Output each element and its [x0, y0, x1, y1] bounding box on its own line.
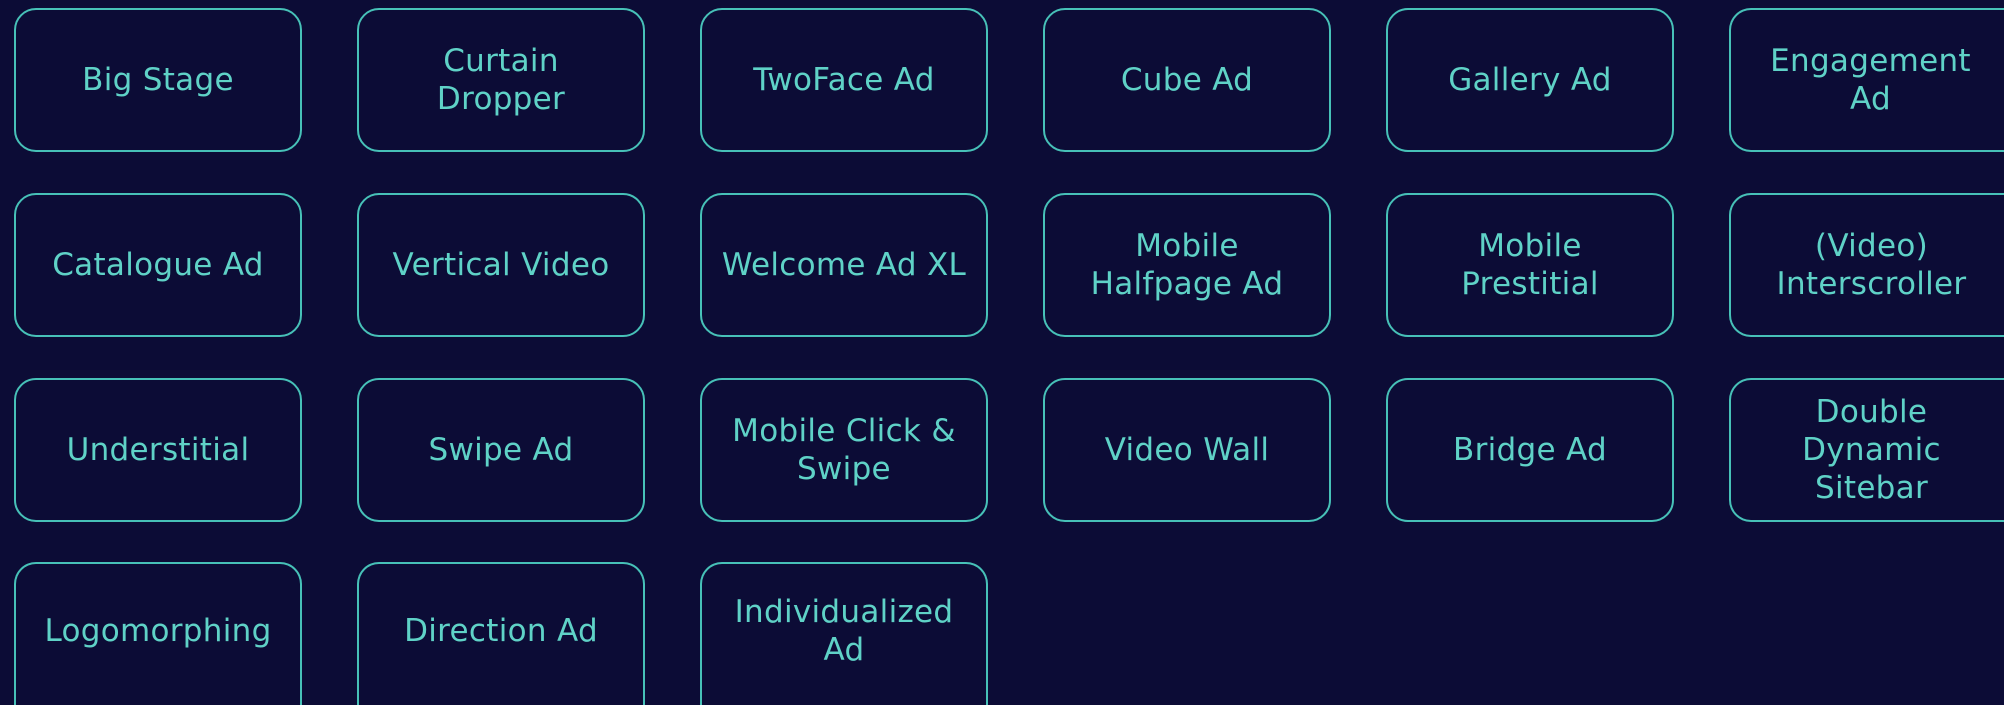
tile-label: (Video) Interscroller [1776, 228, 1967, 302]
tile-logomorphing[interactable]: Logomorphing [14, 562, 302, 705]
tile-engagement-ad[interactable]: Engagement Ad [1729, 8, 2004, 152]
tile-label: Big Stage [82, 62, 234, 98]
tile-cube-ad[interactable]: Cube Ad [1043, 8, 1331, 152]
tile-label: Understitial [66, 432, 250, 468]
tile-gallery-ad[interactable]: Gallery Ad [1386, 8, 1674, 152]
tile-double-dynamic-sitebar[interactable]: Double Dynamic Sitebar [1729, 378, 2004, 522]
tile-label: Bridge Ad [1453, 432, 1607, 468]
tile-direction-ad[interactable]: Direction Ad [357, 562, 645, 705]
tile-understitial[interactable]: Understitial [14, 378, 302, 522]
tile-video-interscroller[interactable]: (Video) Interscroller [1729, 193, 2004, 337]
tile-label: Individualized Ad [734, 594, 954, 668]
tile-big-stage[interactable]: Big Stage [14, 8, 302, 152]
tile-video-wall[interactable]: Video Wall [1043, 378, 1331, 522]
tile-label: Mobile Prestitial [1461, 228, 1599, 302]
tile-twoface-ad[interactable]: TwoFace Ad [700, 8, 988, 152]
tile-label: Welcome Ad XL [721, 247, 967, 283]
tile-swipe-ad[interactable]: Swipe Ad [357, 378, 645, 522]
tile-label: Engagement Ad [1770, 43, 1971, 117]
tile-label: Direction Ad [404, 613, 598, 649]
tile-mobile-halfpage-ad[interactable]: Mobile Halfpage Ad [1043, 193, 1331, 337]
tile-label: Video Wall [1104, 432, 1270, 468]
tile-mobile-prestitial[interactable]: Mobile Prestitial [1386, 193, 1674, 337]
tile-individualized-ad[interactable]: Individualized Ad [700, 562, 988, 705]
tile-label: Gallery Ad [1448, 62, 1612, 98]
tile-label: Mobile Click & Swipe [732, 413, 956, 487]
tile-welcome-ad-xl[interactable]: Welcome Ad XL [700, 193, 988, 337]
tile-label: Cube Ad [1120, 62, 1254, 98]
tile-label: Curtain Dropper [436, 43, 566, 117]
ad-format-grid: Big Stage Curtain Dropper TwoFace Ad Cub… [0, 0, 2004, 705]
tile-mobile-click-swipe[interactable]: Mobile Click & Swipe [700, 378, 988, 522]
tile-label: Double Dynamic Sitebar [1802, 394, 1941, 506]
tile-label: Vertical Video [392, 247, 610, 283]
tile-label: Catalogue Ad [52, 247, 264, 283]
tile-label: TwoFace Ad [753, 62, 935, 98]
tile-label: Mobile Halfpage Ad [1090, 228, 1284, 302]
tile-catalogue-ad[interactable]: Catalogue Ad [14, 193, 302, 337]
tile-vertical-video[interactable]: Vertical Video [357, 193, 645, 337]
tile-label: Swipe Ad [428, 432, 574, 468]
tile-bridge-ad[interactable]: Bridge Ad [1386, 378, 1674, 522]
tile-curtain-dropper[interactable]: Curtain Dropper [357, 8, 645, 152]
tile-label: Logomorphing [44, 613, 272, 649]
